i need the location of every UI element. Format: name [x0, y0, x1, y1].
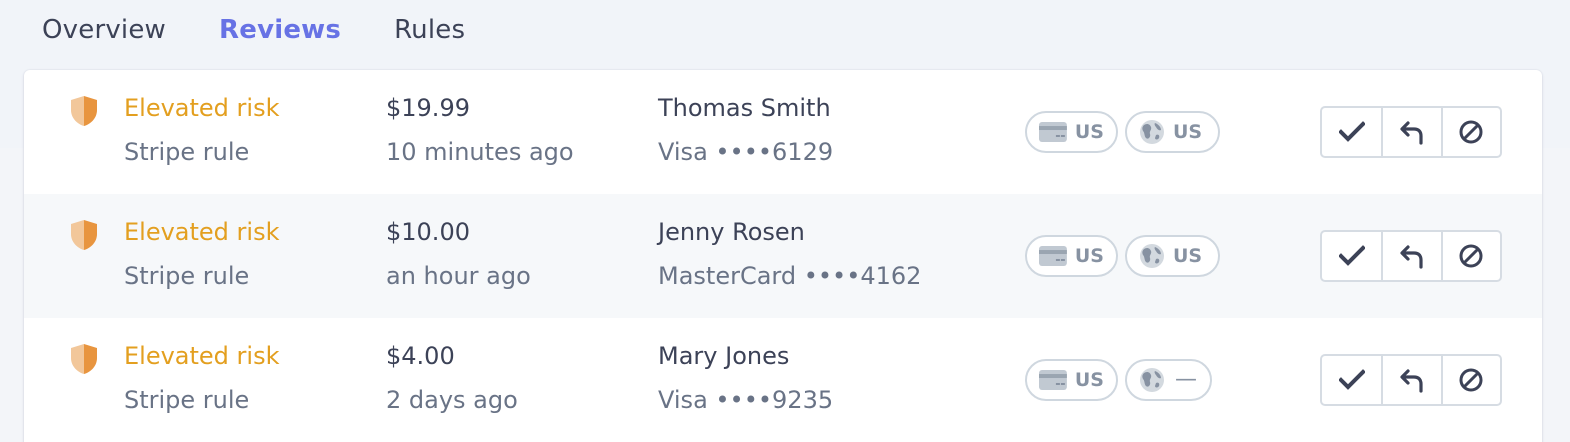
payment-amount: $10.00 — [386, 218, 470, 246]
tab-rules[interactable]: Rules — [394, 12, 465, 52]
globe-icon — [1140, 244, 1164, 268]
risk-level: Elevated risk — [124, 342, 280, 370]
refund-button[interactable] — [1381, 108, 1440, 156]
block-icon — [1459, 244, 1483, 268]
ip-country-code: US — [1173, 121, 1203, 143]
risk-rule: Stripe rule — [124, 262, 250, 290]
refund-icon — [1400, 245, 1423, 269]
risk-rule: Stripe rule — [124, 386, 250, 414]
refund-button[interactable] — [1381, 356, 1440, 404]
payment-time: 2 days ago — [386, 386, 518, 414]
approve-button[interactable] — [1322, 356, 1381, 404]
card-country-badge: US — [1025, 235, 1118, 277]
tab-overview[interactable]: Overview — [42, 12, 166, 52]
customer-name: Thomas Smith — [658, 94, 831, 122]
globe-icon — [1140, 120, 1164, 144]
shield-icon — [71, 344, 97, 374]
credit-card-icon — [1039, 246, 1067, 266]
block-icon — [1459, 120, 1483, 144]
payment-amount: $4.00 — [386, 342, 455, 370]
refund-button[interactable] — [1381, 232, 1440, 280]
risk-level: Elevated risk — [124, 218, 280, 246]
customer-name: Jenny Rosen — [658, 218, 805, 246]
risk-level: Elevated risk — [124, 94, 280, 122]
block-button[interactable] — [1440, 108, 1500, 156]
card-country-badge: US — [1025, 359, 1118, 401]
tab-bar: Overview Reviews Rules — [42, 12, 518, 52]
ip-country-badge: — — [1125, 359, 1212, 401]
tab-reviews[interactable]: Reviews — [219, 12, 341, 52]
risk-rule: Stripe rule — [124, 138, 250, 166]
block-button[interactable] — [1440, 232, 1500, 280]
card-details: MasterCard ••••4162 — [658, 262, 922, 290]
checkmark-icon — [1338, 121, 1365, 142]
card-country-code: US — [1074, 121, 1104, 143]
shield-icon — [71, 220, 97, 250]
block-icon — [1459, 368, 1483, 392]
globe-icon — [1140, 368, 1164, 392]
approve-button[interactable] — [1322, 232, 1381, 280]
checkmark-icon — [1338, 245, 1365, 266]
ip-country-badge: US — [1125, 235, 1220, 277]
review-row[interactable]: Elevated risk Stripe rule $19.99 10 minu… — [24, 70, 1542, 194]
refund-icon — [1400, 369, 1423, 393]
credit-card-icon — [1039, 370, 1067, 390]
review-actions — [1320, 354, 1502, 406]
reviews-page: Overview Reviews Rules Elevated risk Str… — [0, 0, 1570, 442]
block-button[interactable] — [1440, 356, 1500, 404]
approve-button[interactable] — [1322, 108, 1381, 156]
ip-country-badge: US — [1125, 111, 1220, 153]
payment-time: 10 minutes ago — [386, 138, 574, 166]
credit-card-icon — [1039, 122, 1067, 142]
card-country-code: US — [1074, 245, 1104, 267]
payment-amount: $19.99 — [386, 94, 470, 122]
card-country-code: US — [1074, 369, 1104, 391]
card-details: Visa ••••6129 — [658, 138, 834, 166]
review-actions — [1320, 106, 1502, 158]
ip-country-code: — — [1175, 367, 1197, 392]
payment-time: an hour ago — [386, 262, 531, 290]
review-row[interactable]: Elevated risk Stripe rule $10.00 an hour… — [24, 194, 1542, 318]
checkmark-icon — [1338, 369, 1365, 390]
card-country-badge: US — [1025, 111, 1118, 153]
shield-icon — [71, 96, 97, 126]
ip-country-code: US — [1173, 245, 1203, 267]
reviews-list: Elevated risk Stripe rule $19.99 10 minu… — [24, 70, 1542, 442]
review-row[interactable]: Elevated risk Stripe rule $4.00 2 days a… — [24, 318, 1542, 442]
refund-icon — [1400, 121, 1423, 145]
review-actions — [1320, 230, 1502, 282]
customer-name: Mary Jones — [658, 342, 790, 370]
card-details: Visa ••••9235 — [658, 386, 834, 414]
